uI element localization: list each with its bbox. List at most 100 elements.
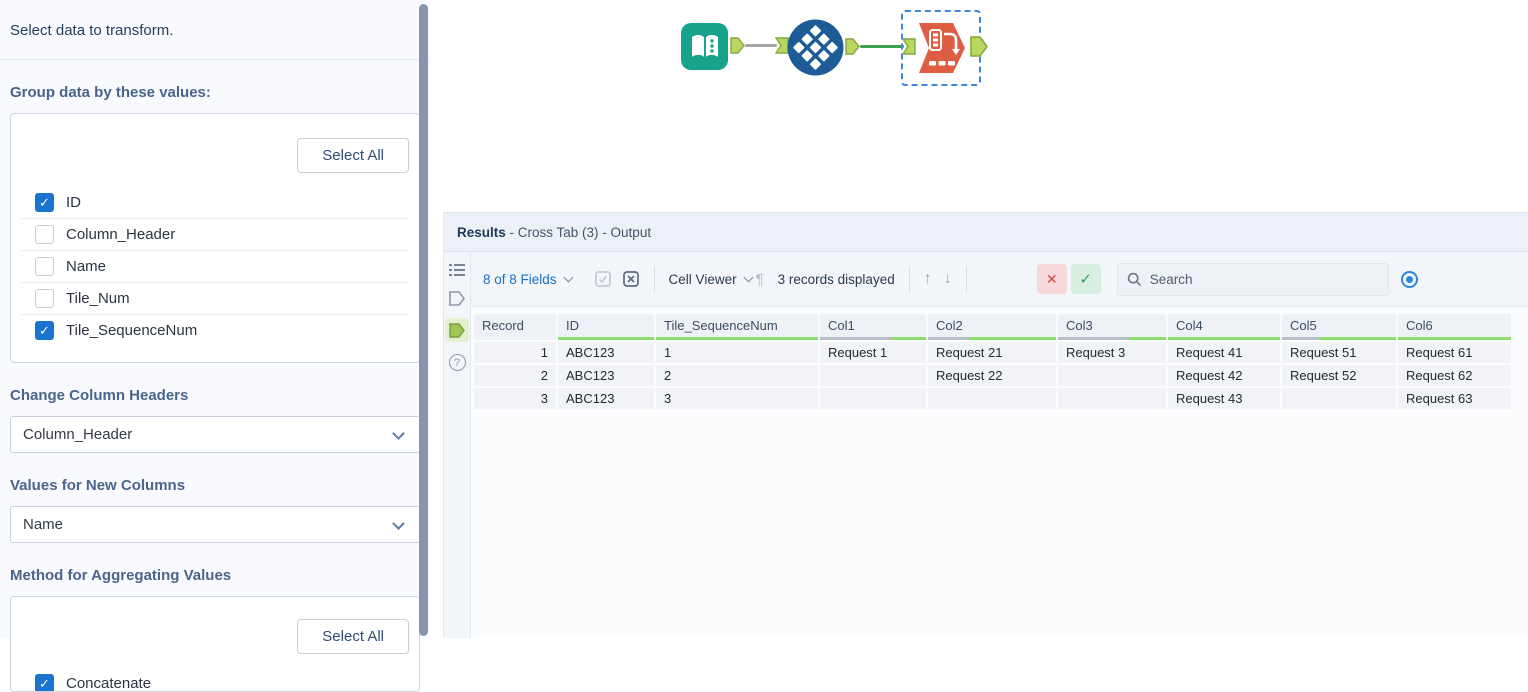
cell[interactable]: Request 42 xyxy=(1168,365,1280,386)
column-header[interactable]: Col2 xyxy=(928,314,1056,340)
config-instruction: Select data to transform. xyxy=(10,22,174,39)
workflow-canvas[interactable] xyxy=(443,0,1528,212)
metadata-list-icon[interactable] xyxy=(448,262,466,278)
scroll-down-icon[interactable]: ↓ xyxy=(944,270,952,288)
output-anchor-icon[interactable] xyxy=(730,37,745,54)
divider xyxy=(0,59,430,60)
data-quality-bar xyxy=(1398,337,1511,340)
search-input[interactable] xyxy=(1116,262,1389,296)
column-headers-dropdown-value: Column_Header xyxy=(23,426,133,443)
column-header[interactable]: Record xyxy=(474,314,556,340)
group-field-list: ✓ ID Column_Header Name Tile_Num ✓ Tile_Sequen… xyxy=(21,187,409,346)
show-whitespace-icon[interactable]: ¶ xyxy=(756,271,764,288)
column-header[interactable]: Tile_SequenceNum xyxy=(656,314,818,340)
cell[interactable]: Request 22 xyxy=(928,365,1056,386)
cell-viewer-dropdown[interactable]: Cell Viewer xyxy=(669,272,737,287)
output-anchor-icon[interactable] xyxy=(845,38,860,55)
config-panel-scrollbar[interactable] xyxy=(419,4,428,636)
checkbox[interactable]: ✓ xyxy=(35,674,54,691)
apply-filter-button[interactable]: ✓ xyxy=(1070,264,1101,294)
column-header[interactable]: Col1 xyxy=(820,314,926,340)
field-row: ✓ Tile_SequenceNum xyxy=(21,315,409,346)
help-icon[interactable]: ? xyxy=(448,354,466,371)
checkbox-label: Tile_SequenceNum xyxy=(66,322,198,339)
clear-filter-button[interactable]: ✕ xyxy=(1036,264,1067,294)
field-row: ✓ Concatenate xyxy=(21,668,409,691)
cell[interactable]: 2 xyxy=(656,365,818,386)
results-grid: Record ID Tile_SequenceNum Col1 Col2 Col3 Col4… xyxy=(471,307,1528,638)
checkbox[interactable] xyxy=(35,289,54,308)
text-input-tool[interactable] xyxy=(681,23,728,70)
cell[interactable]: Request 63 xyxy=(1398,388,1511,409)
toolbar-separator xyxy=(908,266,910,292)
group-by-listbox: Select All ✓ ID Column_Header Name Tile_Num ✓… xyxy=(10,113,420,363)
connection-wire[interactable] xyxy=(745,44,777,47)
chevron-down-icon xyxy=(392,427,405,440)
checkbox[interactable]: ✓ xyxy=(35,321,54,340)
fields-summary-dropdown[interactable]: 8 of 8 Fields xyxy=(483,272,557,287)
record-target-icon[interactable] xyxy=(1400,270,1418,288)
cell[interactable]: Request 41 xyxy=(1168,342,1280,363)
cell[interactable] xyxy=(820,365,926,386)
values-for-new-columns-heading: Values for New Columns xyxy=(10,477,186,494)
cell[interactable]: Request 21 xyxy=(928,342,1056,363)
cell[interactable]: Request 3 xyxy=(1058,342,1166,363)
cell[interactable]: Request 61 xyxy=(1398,342,1511,363)
output-anchor-icon[interactable] xyxy=(970,36,988,57)
scroll-up-icon[interactable]: ↑ xyxy=(924,270,932,288)
aggregation-select-all-button[interactable]: Select All xyxy=(297,619,409,654)
cell[interactable]: 2 xyxy=(474,365,556,386)
data-quality-bar xyxy=(820,337,926,340)
cell[interactable]: ABC123 xyxy=(558,342,654,363)
output-connection-selected-icon[interactable] xyxy=(445,318,469,342)
column-headers-dropdown[interactable]: Column_Header xyxy=(10,416,420,453)
toolbar-separator xyxy=(965,266,967,292)
column-header[interactable]: Col5 xyxy=(1282,314,1396,340)
checkbox[interactable] xyxy=(35,225,54,244)
cell[interactable]: 1 xyxy=(474,342,556,363)
cell[interactable] xyxy=(928,388,1056,409)
cell[interactable]: Request 51 xyxy=(1282,342,1396,363)
checkbox-label: Tile_Num xyxy=(66,290,130,307)
cell[interactable] xyxy=(820,388,926,409)
cell[interactable] xyxy=(1282,388,1396,409)
cell[interactable]: Request 52 xyxy=(1282,365,1396,386)
column-header[interactable]: Col4 xyxy=(1168,314,1280,340)
column-header-label: ID xyxy=(566,318,579,333)
grid-header-row: Record ID Tile_SequenceNum Col1 Col2 Col3 Col4… xyxy=(474,314,1528,340)
cell[interactable]: 3 xyxy=(474,388,556,409)
cell[interactable]: Request 62 xyxy=(1398,365,1511,386)
records-displayed-label: 3 records displayed xyxy=(777,271,895,287)
tile-tool[interactable] xyxy=(787,19,844,81)
new-columns-values-dropdown[interactable]: Name xyxy=(10,506,420,543)
select-fields-icon[interactable] xyxy=(594,271,612,287)
group-select-all-button[interactable]: Select All xyxy=(297,138,409,173)
column-header[interactable]: ID xyxy=(558,314,654,340)
connection-wire-active[interactable] xyxy=(860,45,904,48)
field-row: ✓ ID xyxy=(21,187,409,219)
checkbox-label: ID xyxy=(66,194,81,211)
table-row: 2 ABC123 2 Request 22 Request 42 Request 52 Re… xyxy=(474,365,1528,386)
input-connection-icon[interactable] xyxy=(448,290,466,306)
cell[interactable]: Request 43 xyxy=(1168,388,1280,409)
checkbox[interactable]: ✓ xyxy=(35,193,54,212)
tile-tool-icon xyxy=(787,19,844,76)
column-header[interactable]: Col3 xyxy=(1058,314,1166,340)
results-icon-strip: ? xyxy=(444,252,471,638)
cross-tab-tool[interactable] xyxy=(917,21,967,80)
cell[interactable]: ABC123 xyxy=(558,365,654,386)
field-row: Name xyxy=(21,251,409,283)
cell[interactable]: 3 xyxy=(656,388,818,409)
cross-tab-tool-icon xyxy=(919,23,965,73)
data-quality-bar xyxy=(928,337,1056,340)
column-header-label: Record xyxy=(482,318,524,333)
column-header[interactable]: Col6 xyxy=(1398,314,1511,340)
cell[interactable]: 1 xyxy=(656,342,818,363)
deselect-fields-icon[interactable] xyxy=(622,271,640,287)
table-row: 3 ABC123 3 Request 43 Request 63 xyxy=(474,388,1528,409)
cell[interactable]: Request 1 xyxy=(820,342,926,363)
checkbox[interactable] xyxy=(35,257,54,276)
cell[interactable] xyxy=(1058,388,1166,409)
cell[interactable] xyxy=(1058,365,1166,386)
cell[interactable]: ABC123 xyxy=(558,388,654,409)
